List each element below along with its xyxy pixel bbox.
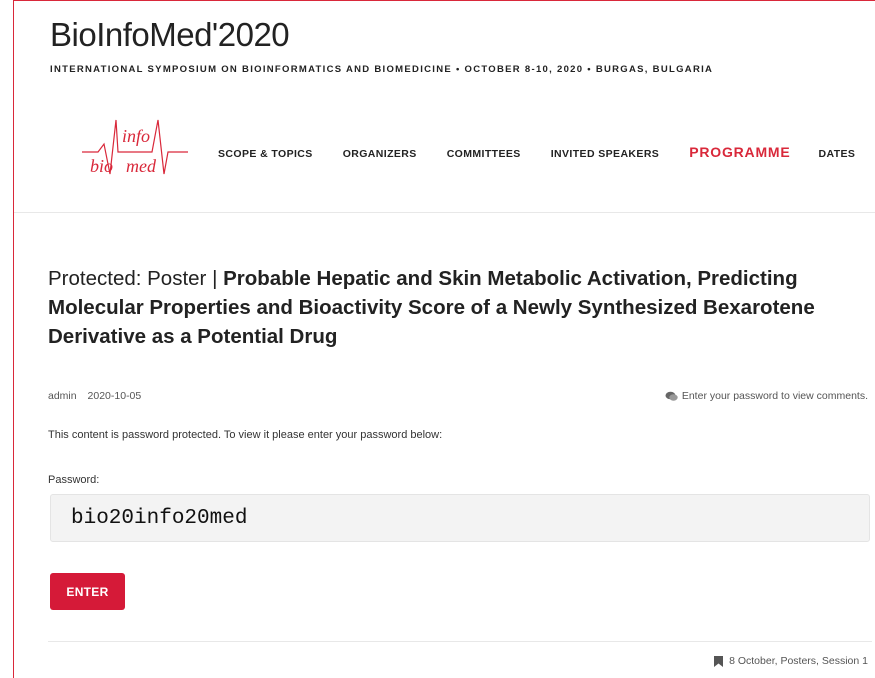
comment-icon	[665, 391, 678, 401]
logo-text-med: med	[126, 156, 157, 176]
post-meta: admin 2020-10-05	[48, 390, 149, 402]
enter-button[interactable]: ENTER	[50, 573, 125, 610]
nav-dates[interactable]: DATES	[819, 148, 856, 160]
logo-text-info: info	[122, 126, 150, 146]
bioinfomed-logo[interactable]: info bio med	[80, 116, 190, 182]
nav-invited-speakers[interactable]: INVITED SPEAKERS	[551, 148, 660, 160]
main-nav: SCOPE & TOPICS ORGANIZERS COMMITTEES INV…	[218, 144, 855, 160]
post-date[interactable]: 2020-10-05	[88, 390, 142, 402]
password-label: Password:	[48, 474, 100, 486]
header-divider	[14, 212, 875, 213]
post-author[interactable]: admin	[48, 390, 77, 402]
comments-text: Enter your password to view comments.	[681, 390, 868, 402]
nav-programme[interactable]: PROGRAMME	[689, 144, 790, 160]
post-title: Protected: Poster | Probable Hepatic and…	[48, 264, 848, 351]
nav-scope-topics[interactable]: SCOPE & TOPICS	[218, 148, 313, 160]
site-title[interactable]: BioInfoMed'2020	[50, 18, 290, 51]
comments-notice: Enter your password to view comments.	[665, 390, 868, 402]
nav-organizers[interactable]: ORGANIZERS	[343, 148, 417, 160]
site-tagline: INTERNATIONAL SYMPOSIUM ON BIOINFORMATIC…	[50, 64, 714, 75]
protected-message: This content is password protected. To v…	[48, 429, 443, 441]
post-categories: 8 October, Posters, Session 1	[714, 655, 868, 667]
footer-divider	[48, 641, 872, 642]
categories-text[interactable]: 8 October, Posters, Session 1	[729, 655, 868, 667]
post-title-prefix: Protected: Poster |	[48, 267, 224, 290]
logo-text-bio: bio	[90, 156, 113, 176]
nav-committees[interactable]: COMMITTEES	[447, 148, 521, 160]
bookmark-icon	[714, 655, 724, 667]
password-input[interactable]	[50, 494, 870, 542]
